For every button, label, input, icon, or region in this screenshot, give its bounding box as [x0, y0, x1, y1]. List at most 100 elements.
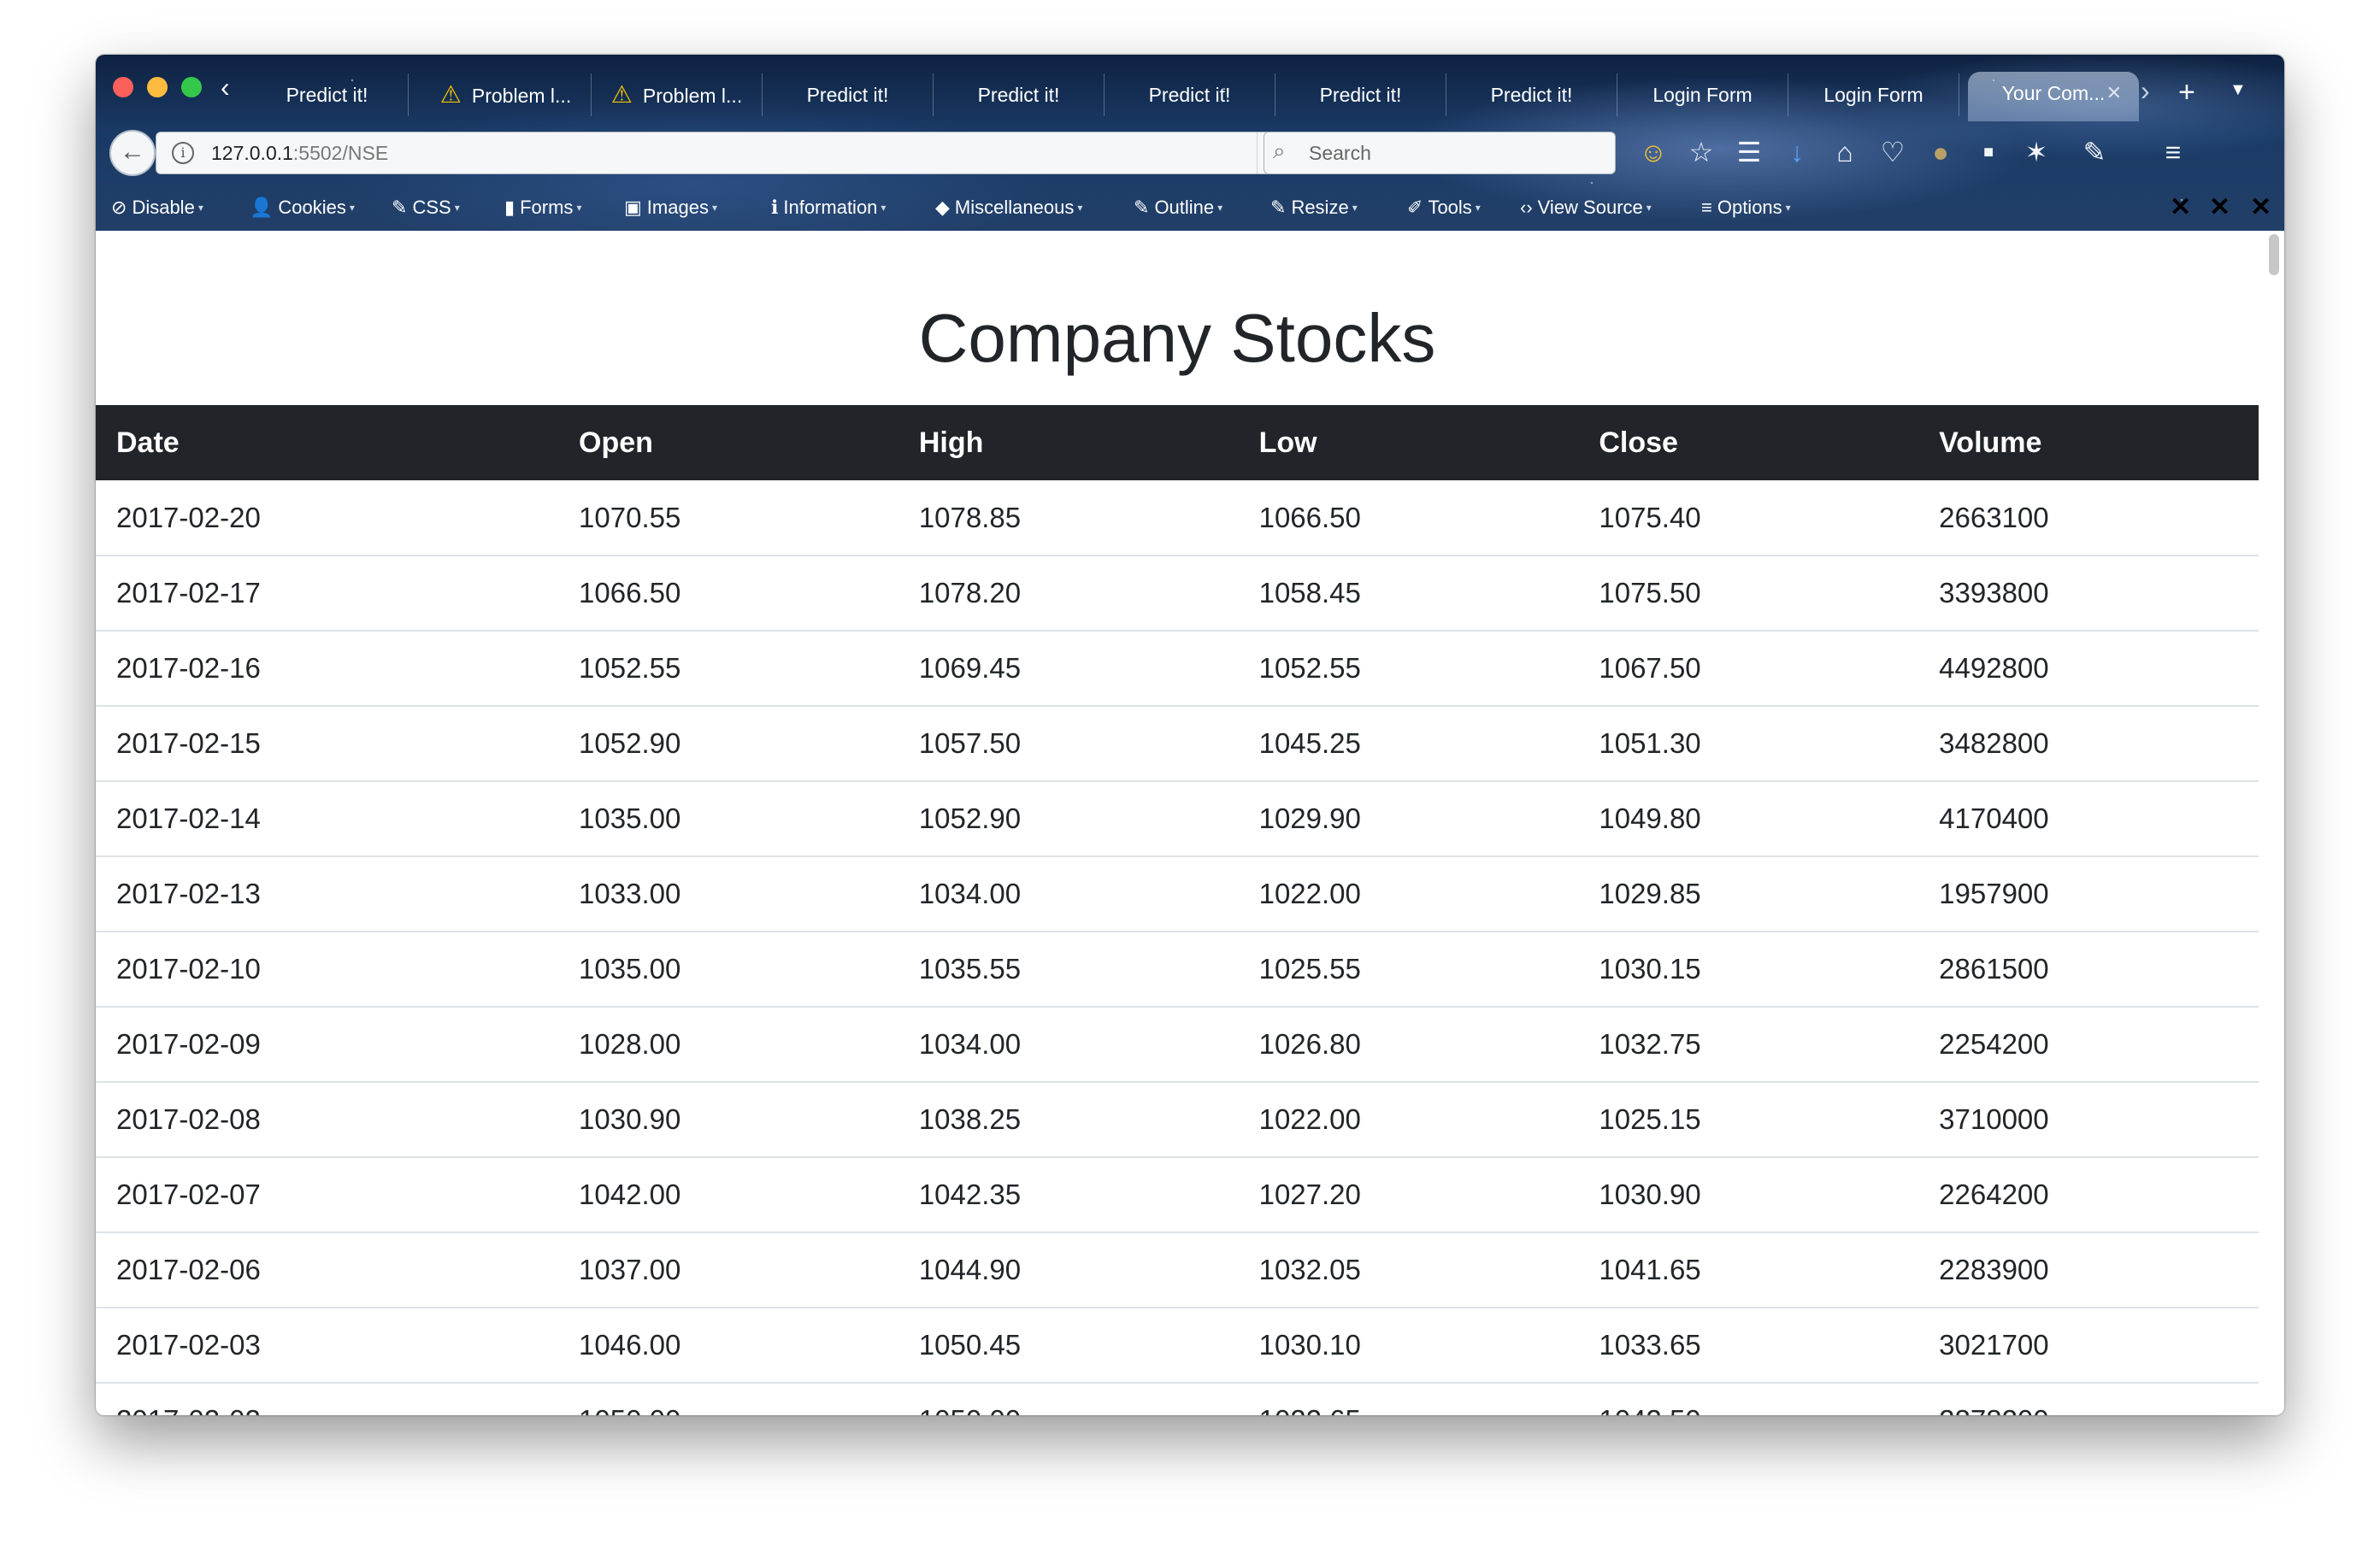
dev-menu-view-source[interactable]: ‹› View Source ▾ — [1520, 193, 1652, 222]
url-path: :5502/NSE — [292, 142, 389, 164]
cell-low: 1032.05 — [1238, 1232, 1579, 1308]
chevron-down-icon: ▾ — [454, 202, 460, 214]
cell-date: 2017-02-13 — [96, 856, 559, 932]
scrollbar-thumb[interactable] — [2269, 234, 2279, 275]
dev-menu-information[interactable]: ℹ Information ▾ — [771, 193, 886, 222]
pocket-icon[interactable]: ♡ — [1874, 135, 1912, 169]
browser-tab[interactable]: Login Form — [1617, 73, 1788, 116]
new-tab-button[interactable]: + — [2178, 73, 2195, 111]
browser-tab[interactable]: Predict it! — [763, 73, 934, 116]
cell-open: 1070.55 — [558, 480, 898, 556]
dev-toolbar-close-icon[interactable]: ✕ — [2170, 191, 2191, 224]
table-row: 2017-02-03 1046.00 1050.45 1030.10 1033.65 30… — [96, 1308, 2259, 1384]
dev-menu-miscellaneous[interactable]: ◆ Miscellaneous ▾ — [935, 193, 1082, 222]
dev-menu-outline[interactable]: ✎ Outline ▾ — [1134, 193, 1222, 222]
images-icon: ▣ — [624, 197, 642, 218]
page-content: Company Stocks Date Open High Low Close Volum… — [96, 231, 2284, 1415]
downloads-icon[interactable]: ↓ — [1778, 135, 1816, 169]
page-title: Company Stocks — [918, 300, 1436, 376]
cell-volume: 4492800 — [1918, 631, 2259, 707]
dev-menu-css[interactable]: ✎ CSS ▾ — [392, 193, 460, 222]
cell-close: 1030.90 — [1578, 1157, 1919, 1233]
dev-menu-forms[interactable]: ▮ Forms ▾ — [504, 193, 581, 222]
browser-tab[interactable]: ⚠ Problem l... — [421, 73, 592, 116]
site-info-icon[interactable]: i — [172, 142, 194, 164]
dev-menu-label: Resize — [1291, 197, 1349, 218]
table-row: 2017-02-13 1033.00 1034.00 1022.00 1029.85 19… — [96, 856, 2259, 932]
cell-date: 2017-02-14 — [96, 781, 559, 857]
dev-menu-tools[interactable]: ✐ Tools ▾ — [1407, 193, 1481, 222]
tab-close-icon[interactable]: ✕ — [2106, 72, 2122, 115]
cell-close: 1041.65 — [1578, 1232, 1919, 1308]
dev-menu-disable[interactable]: ⊘ Disable ▾ — [111, 193, 203, 222]
monkey-extension-icon[interactable]: ● — [1922, 135, 1959, 169]
cell-close: 1025.15 — [1578, 1082, 1919, 1158]
dev-menu-options[interactable]: ≡ Options ▾ — [1701, 193, 1791, 222]
chevron-down-icon: ▾ — [1475, 202, 1481, 214]
column-header-high: High — [898, 405, 1239, 480]
cell-open: 1050.00 — [558, 1383, 898, 1415]
column-header-date: Date — [96, 405, 559, 480]
forms-icon: ▮ — [504, 197, 515, 218]
chevron-down-icon: ▾ — [881, 202, 887, 214]
warning-icon: ⚠ — [439, 81, 462, 108]
url-bar[interactable]: i 127.0.0.1:5502/NSE ↻ — [156, 132, 1313, 174]
browser-tab[interactable]: ⚠ Problem l... — [592, 73, 763, 116]
dev-menu-images[interactable]: ▣ Images ▾ — [624, 193, 717, 222]
browser-tab[interactable]: Predict it! — [1275, 73, 1446, 116]
close-window-button[interactable] — [113, 77, 133, 97]
zoom-window-button[interactable] — [181, 77, 202, 97]
tab-label: Predict it! — [286, 84, 368, 106]
dev-toolbar-close-icon[interactable]: ✕ — [2250, 191, 2271, 224]
vertical-scrollbar[interactable] — [2267, 232, 2281, 1412]
tab-list-dropdown-icon[interactable]: ▼ — [2230, 80, 2247, 100]
tab-label: Predict it! — [806, 84, 889, 106]
cell-high: 1069.45 — [898, 631, 1239, 707]
tools-icon: ✐ — [1407, 197, 1423, 218]
browser-tab[interactable]: Predict it! — [934, 73, 1105, 116]
search-placeholder: Search — [1309, 142, 1371, 164]
dev-menu-cookies[interactable]: 👤 Cookies ▾ — [250, 193, 355, 222]
eyedropper-icon[interactable]: ✎ — [2076, 135, 2113, 169]
minimize-window-button[interactable] — [147, 77, 168, 97]
cell-low: 1052.55 — [1238, 631, 1579, 707]
dev-toolbar-close-icon[interactable]: ✕ — [2209, 191, 2230, 224]
table-body: 2017-02-20 1070.55 1078.85 1066.50 1075.40 26… — [96, 480, 2259, 1415]
cell-open: 1066.50 — [558, 556, 898, 632]
tab-label: Problem l... — [471, 85, 572, 107]
hamburger-menu-icon[interactable]: ≡ — [2154, 135, 2192, 169]
extension-icon[interactable]: ☺ — [1635, 135, 1672, 169]
browser-tab[interactable]: Predict it! — [1446, 73, 1617, 116]
dev-menu-label: Information — [783, 197, 878, 218]
cell-close: 1049.80 — [1578, 781, 1919, 857]
dev-menu-resize[interactable]: ✎ Resize ▾ — [1270, 193, 1358, 222]
puzzle-extension-icon[interactable]: ✶ — [2018, 135, 2055, 169]
bookmark-star-icon[interactable]: ☆ — [1682, 135, 1720, 169]
cell-volume: 2283900 — [1918, 1232, 2259, 1308]
column-header-open: Open — [558, 405, 898, 480]
search-bar[interactable]: ⌕ Search — [1264, 132, 1616, 174]
url-text[interactable]: 127.0.0.1:5502/NSE — [211, 132, 388, 173]
dev-menu-label: Outline — [1154, 197, 1215, 218]
cell-high: 1078.20 — [898, 556, 1239, 632]
cell-open: 1033.00 — [558, 856, 898, 932]
browser-tab[interactable]: Predict it! — [1105, 73, 1275, 116]
tabs-scroll-left-icon[interactable]: ‹ — [221, 72, 230, 103]
cell-volume: 2663100 — [1918, 480, 2259, 556]
cell-close: 1032.75 — [1578, 1007, 1919, 1083]
view-source-icon: ‹› — [1520, 197, 1533, 218]
stop-extension-icon[interactable]: ■ — [1970, 135, 2007, 169]
back-button[interactable]: ← — [109, 130, 156, 176]
browser-tab[interactable]: Predict it! — [246, 73, 409, 116]
home-icon[interactable]: ⌂ — [1826, 135, 1864, 169]
browser-tab[interactable]: Your Com... ✕ — [1968, 72, 2139, 121]
cell-open: 1030.90 — [558, 1082, 898, 1158]
web-developer-toolbar: ⊘ Disable ▾ 👤 Cookies ▾ ✎ CSS ▾ ▮ Forms ▾ ▣ Images ▾ ℹ I… — [96, 185, 2284, 231]
cell-low: 1045.25 — [1238, 706, 1579, 782]
browser-tab[interactable]: Login Form — [1788, 73, 1959, 116]
dev-menu-label: Tools — [1428, 197, 1472, 218]
cell-close: 1042.50 — [1578, 1383, 1919, 1415]
tabs-scroll-right-icon[interactable]: › — [2141, 75, 2150, 107]
table-row: 2017-02-20 1070.55 1078.85 1066.50 1075.40 26… — [96, 480, 2259, 556]
bookmarks-library-icon[interactable]: ☰ — [1730, 135, 1768, 169]
